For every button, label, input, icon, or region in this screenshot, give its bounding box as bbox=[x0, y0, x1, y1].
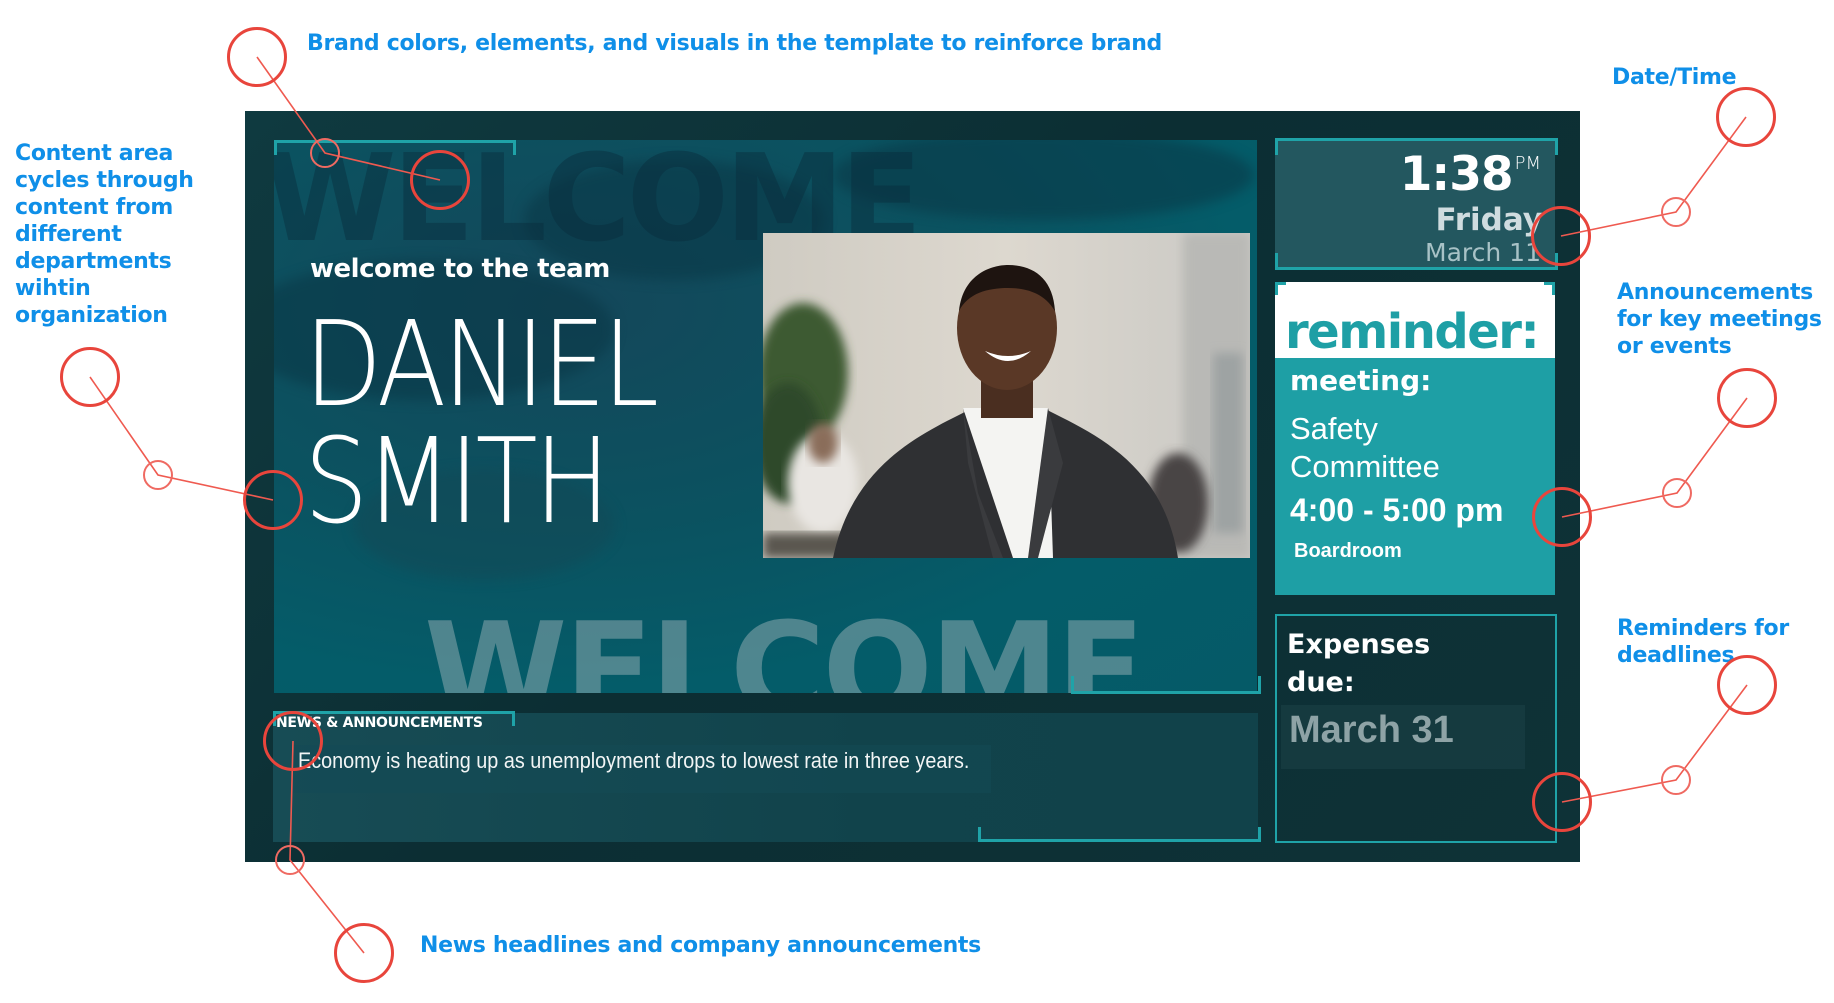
callout-circle bbox=[243, 470, 303, 530]
callout-circle bbox=[60, 347, 120, 407]
callout-circle bbox=[1532, 487, 1592, 547]
callout-joint bbox=[1661, 765, 1691, 795]
connector-line bbox=[89, 376, 274, 501]
callout-circle bbox=[334, 923, 394, 983]
callout-circle bbox=[227, 27, 287, 87]
callout-joint bbox=[1661, 197, 1691, 227]
connector-line bbox=[1560, 116, 1747, 237]
callout-circle bbox=[410, 150, 470, 210]
callout-circle bbox=[1532, 772, 1592, 832]
callout-circle bbox=[263, 711, 323, 771]
connector-line bbox=[1561, 397, 1748, 518]
connector-line bbox=[1561, 684, 1748, 803]
callout-joint bbox=[275, 845, 305, 875]
connector-line bbox=[289, 740, 365, 954]
callout-circle bbox=[1717, 655, 1777, 715]
callout-circle bbox=[1531, 206, 1591, 266]
callout-joint bbox=[1662, 478, 1692, 508]
callout-joint bbox=[143, 460, 173, 490]
callout-circle bbox=[1716, 87, 1776, 147]
callout-joint bbox=[310, 138, 340, 168]
connector-line bbox=[256, 56, 441, 181]
callout-circle bbox=[1717, 368, 1777, 428]
